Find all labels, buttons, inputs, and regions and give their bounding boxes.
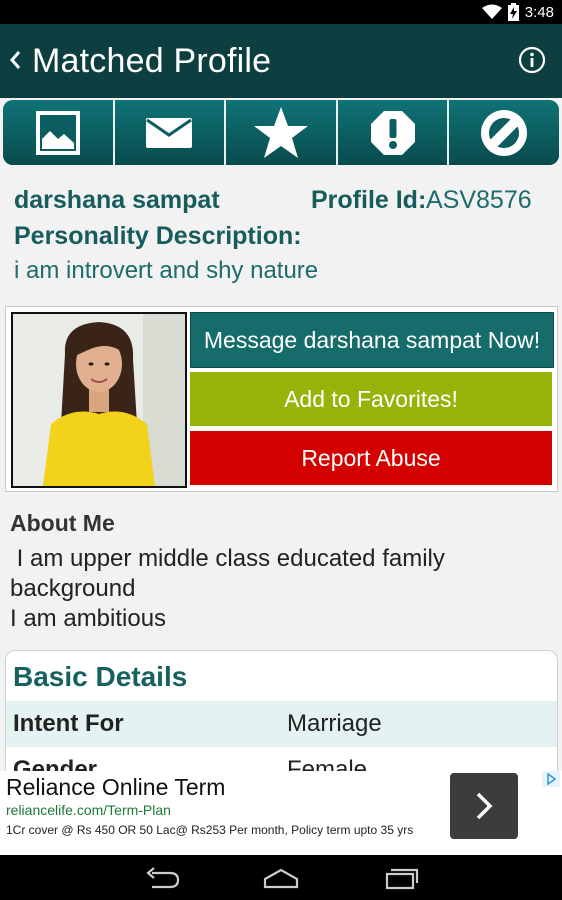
star-icon [253,106,308,158]
favorite-button[interactable] [226,100,338,165]
block-button[interactable] [449,100,559,165]
photos-button[interactable] [3,100,115,165]
system-nav-bar [0,855,562,900]
add-to-favorites-button[interactable]: Add to Favorites! [190,372,552,426]
ad-title[interactable]: Reliance Online Term [6,774,225,801]
profile-photo[interactable] [11,312,187,488]
details-key: Intent For [13,710,124,737]
report-button[interactable] [337,100,450,165]
action-bar: Matched Profile [0,24,562,98]
ad-open-button[interactable] [450,773,518,839]
recents-icon[interactable] [381,865,421,891]
details-value: Marriage [287,710,382,737]
about-line: I am upper middle class educated family [10,545,445,572]
profile-name: darshana sampat [14,186,220,214]
battery-charging-icon [507,3,519,21]
ad-banner[interactable]: Reliance Online Term reliancelife.com/Te… [0,771,562,855]
info-icon[interactable] [518,46,546,74]
ad-description: 1Cr cover @ Rs 450 OR 50 Lac@ Rs253 Per … [6,823,414,837]
details-row: Intent For Marriage [6,701,557,747]
message-button[interactable] [114,100,227,165]
report-abuse-button[interactable]: Report Abuse [190,431,552,485]
message-now-button[interactable]: Message darshana sampat Now! [190,312,554,368]
ad-choices-icon[interactable] [542,771,560,787]
personality-value: i am introvert and shy nature [14,257,319,284]
profile-card: Message darshana sampat Now! Add to Favo… [5,306,558,492]
back-icon[interactable] [142,865,182,891]
mail-icon [146,117,193,148]
profile-id-value: ASV8576 [426,186,532,214]
profile-toolbar [3,100,559,165]
profile-photo-image [13,314,185,486]
block-icon [481,109,528,156]
wifi-icon [481,4,502,19]
basic-details-heading: Basic Details [13,661,188,692]
photo-icon [35,110,80,155]
about-line: background [10,575,136,602]
home-icon[interactable] [261,865,301,891]
basic-details-card: Basic Details Intent For Marriage Gender… [5,650,558,782]
ad-url[interactable]: reliancelife.com/Term-Plan [6,802,171,818]
back-chevron-icon[interactable] [8,46,22,74]
about-line: I am ambitious [10,605,167,632]
status-bar: 3:48 [0,0,562,24]
chevron-right-icon [476,792,493,820]
alert-icon [370,110,415,155]
status-time: 3:48 [524,3,554,21]
personality-label: Personality Description: [14,222,302,250]
about-heading: About Me [10,510,115,536]
page-title: Matched Profile [32,42,272,80]
profile-id-label: Profile Id: [311,186,427,214]
about-text: I am upper middle class educated family … [10,544,550,634]
